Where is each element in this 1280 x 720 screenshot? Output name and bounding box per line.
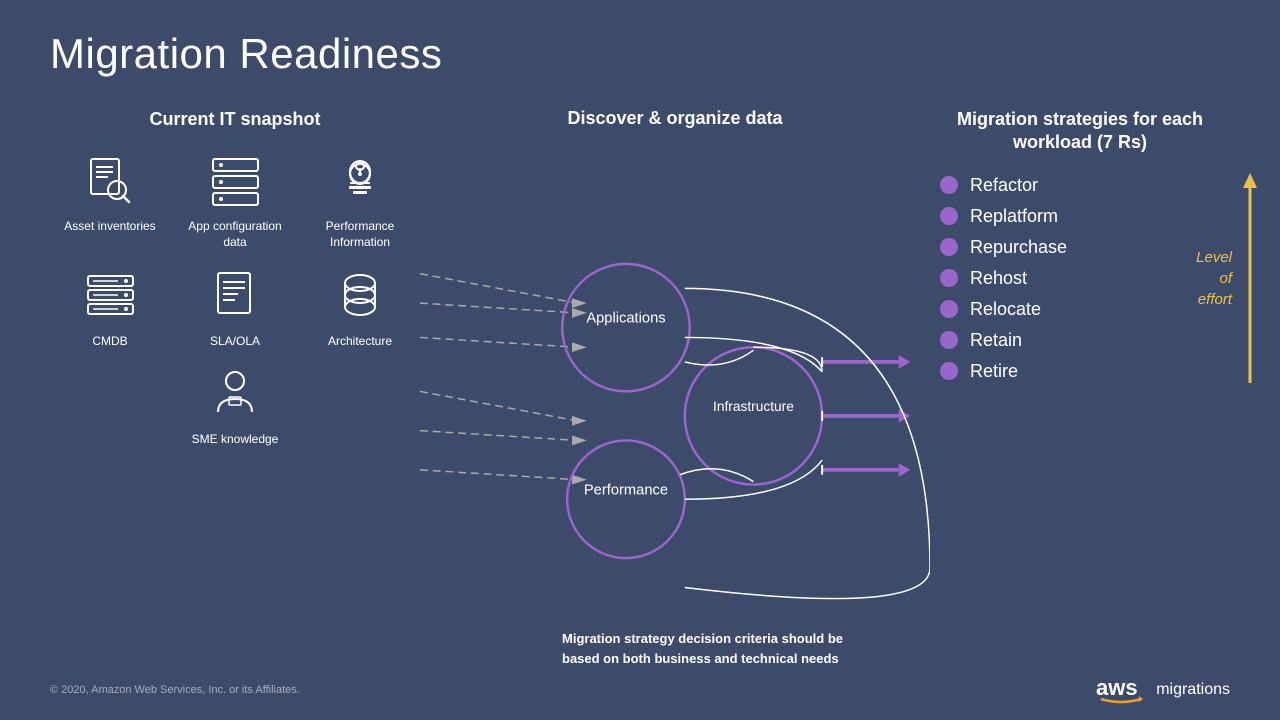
page-title: Migration Readiness bbox=[50, 30, 1230, 78]
footer: © 2020, Amazon Web Services, Inc. or its… bbox=[50, 675, 1230, 705]
asset-icon bbox=[80, 151, 140, 211]
svg-text:aws: aws bbox=[1096, 675, 1138, 700]
replatform-label: Replatform bbox=[970, 206, 1058, 227]
item-sme: SME knowledge bbox=[192, 364, 279, 448]
item-app-config: App configuration data bbox=[175, 151, 295, 250]
refactor-dot bbox=[940, 176, 958, 194]
rehost-label: Rehost bbox=[970, 268, 1027, 289]
item-asset-inventories: Asset inventories bbox=[50, 151, 170, 250]
strategy-relocate: Relocate bbox=[940, 299, 1230, 320]
item-architecture: Architecture bbox=[300, 266, 420, 350]
relocate-label: Relocate bbox=[970, 299, 1041, 320]
retain-label: Retain bbox=[970, 330, 1022, 351]
asset-inventories-label: Asset inventories bbox=[64, 219, 155, 235]
strategy-retire: Retire bbox=[940, 361, 1230, 382]
sme-icon bbox=[205, 364, 265, 424]
app-config-label: App configuration data bbox=[175, 219, 295, 250]
copyright-text: © 2020, Amazon Web Services, Inc. or its… bbox=[50, 684, 300, 696]
aws-logo: aws migrations bbox=[1096, 675, 1230, 705]
replatform-dot bbox=[940, 207, 958, 225]
strategy-rehost: Rehost bbox=[940, 268, 1230, 289]
refactor-label: Refactor bbox=[970, 175, 1038, 196]
retire-dot bbox=[940, 362, 958, 380]
cmdb-icon bbox=[80, 266, 140, 326]
left-section: Current IT snapshot bbox=[50, 108, 420, 678]
svg-text:Applications: Applications bbox=[586, 311, 665, 327]
middle-section-title: Discover & organize data bbox=[567, 108, 782, 129]
relocate-dot bbox=[940, 300, 958, 318]
architecture-label: Architecture bbox=[328, 334, 392, 350]
strategy-refactor: Refactor bbox=[940, 175, 1230, 196]
level-of-effort-label: Levelofeffort bbox=[1196, 247, 1232, 310]
left-section-title: Current IT snapshot bbox=[50, 108, 420, 131]
item-sla: SLA/OLA bbox=[175, 266, 295, 350]
repurchase-dot bbox=[940, 238, 958, 256]
aws-logo-svg: aws bbox=[1096, 675, 1146, 705]
cmdb-label: CMDB bbox=[92, 334, 127, 350]
slide: Migration Readiness Current IT snapshot bbox=[0, 0, 1280, 720]
strategy-repurchase: Repurchase bbox=[940, 237, 1230, 258]
rehost-dot bbox=[940, 269, 958, 287]
performance-info-label: Performance Information bbox=[300, 219, 420, 250]
right-section-title: Migration strategies for each workload (… bbox=[930, 108, 1230, 155]
strategy-retain: Retain bbox=[940, 330, 1230, 351]
svg-text:Infrastructure: Infrastructure bbox=[713, 399, 794, 414]
retire-label: Retire bbox=[970, 361, 1018, 382]
diagram-note: Migration strategy decision criteria sho… bbox=[562, 629, 852, 668]
retain-dot bbox=[940, 331, 958, 349]
svg-text:Performance: Performance bbox=[584, 482, 668, 498]
architecture-icon bbox=[330, 266, 390, 326]
sla-icon bbox=[205, 266, 265, 326]
main-content: Current IT snapshot bbox=[50, 108, 1230, 678]
right-section: Migration strategies for each workload (… bbox=[930, 108, 1230, 678]
sme-label: SME knowledge bbox=[192, 432, 279, 448]
diagram-svg: Applications Performance Infrastructure bbox=[420, 144, 930, 678]
item-performance-info: Performance Information bbox=[300, 151, 420, 250]
performance-info-icon bbox=[330, 151, 390, 211]
strategies-list: Refactor Replatform Repurchase Rehost Re… bbox=[930, 175, 1230, 382]
effort-arrow-svg bbox=[1240, 168, 1260, 388]
middle-section: Discover & organize data bbox=[420, 108, 930, 678]
sla-label: SLA/OLA bbox=[210, 334, 260, 350]
repurchase-label: Repurchase bbox=[970, 237, 1067, 258]
item-cmdb: CMDB bbox=[50, 266, 170, 350]
app-config-icon bbox=[205, 151, 265, 211]
strategy-replatform: Replatform bbox=[940, 206, 1230, 227]
aws-sub-brand: migrations bbox=[1156, 681, 1230, 699]
